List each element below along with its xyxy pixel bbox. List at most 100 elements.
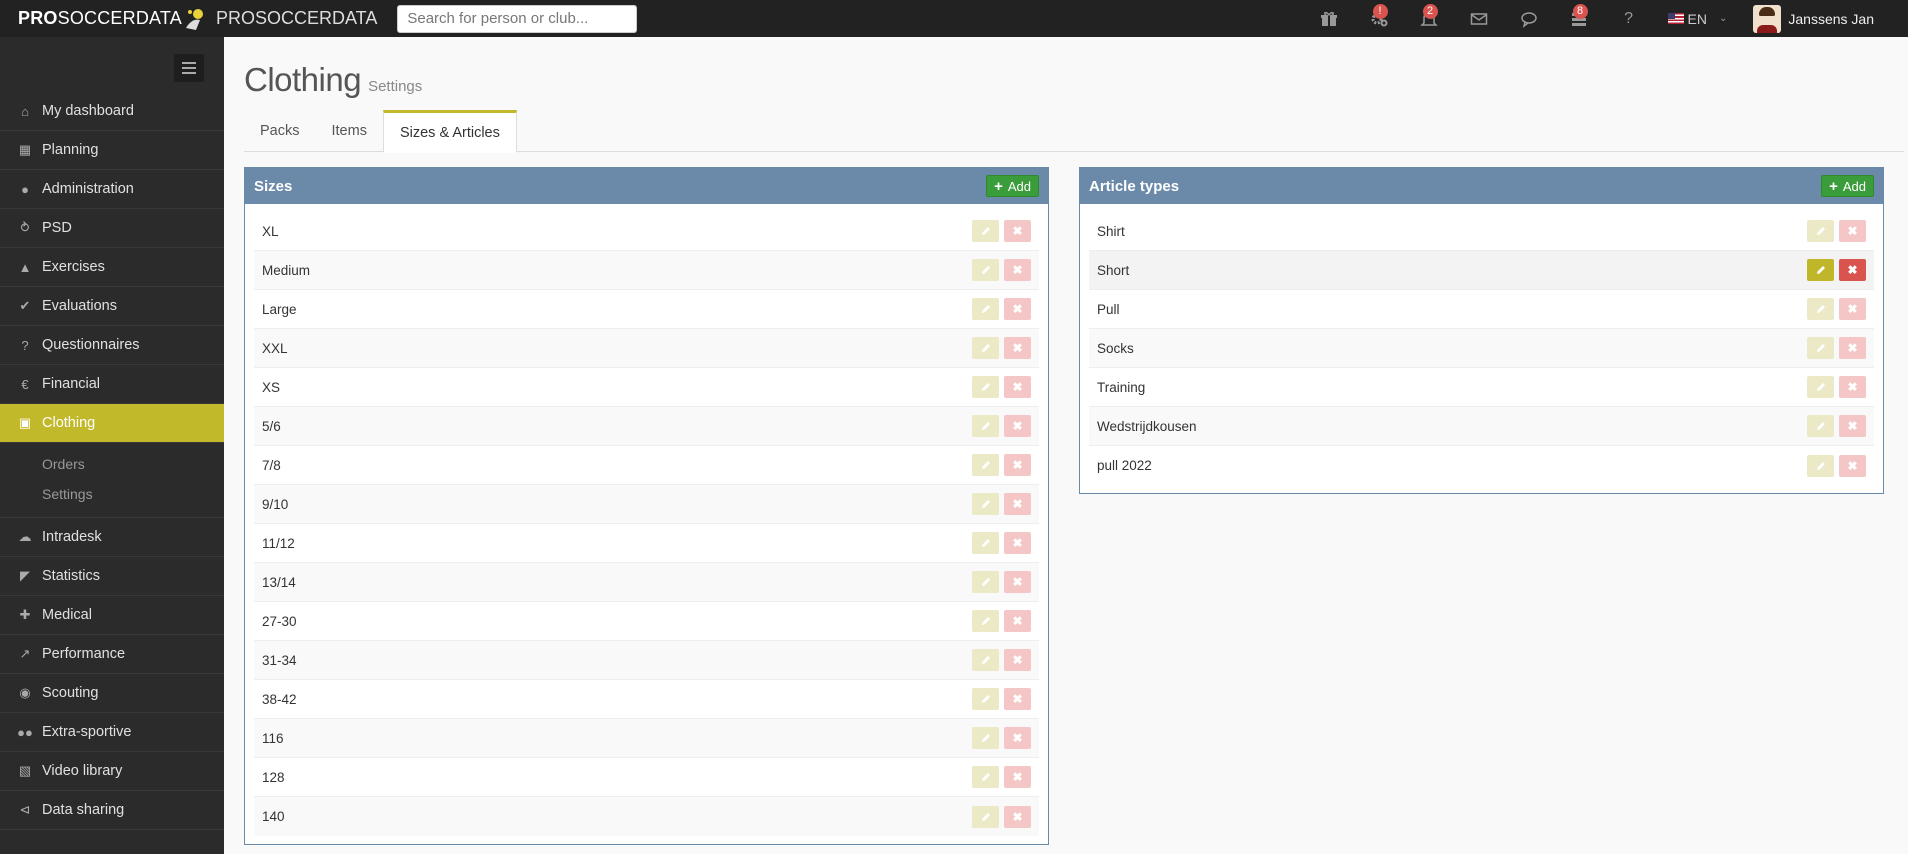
edit-button[interactable] bbox=[1807, 454, 1834, 477]
sidebar-item-video-library[interactable]: ▧ Video library bbox=[0, 752, 224, 791]
tab-packs[interactable]: Packs bbox=[244, 110, 316, 152]
edit-button[interactable] bbox=[1807, 220, 1834, 242]
sidebar-item-intradesk[interactable]: ☁ Intradesk bbox=[0, 518, 224, 557]
edit-button[interactable] bbox=[972, 805, 999, 828]
edit-button[interactable] bbox=[1807, 415, 1834, 437]
delete-button[interactable]: ✖ bbox=[1004, 493, 1031, 515]
delete-button[interactable]: ✖ bbox=[1004, 688, 1031, 710]
edit-button[interactable] bbox=[972, 454, 999, 476]
delete-button[interactable]: ✖ bbox=[1004, 649, 1031, 671]
language-selector[interactable]: EN ⌄ bbox=[1667, 11, 1727, 27]
edit-button[interactable] bbox=[1807, 259, 1834, 281]
edit-button[interactable] bbox=[972, 649, 999, 671]
close-icon: ✖ bbox=[1847, 302, 1858, 316]
settings-notifications-icon[interactable]: ! bbox=[1354, 0, 1404, 37]
area-chart-icon: ◤ bbox=[20, 568, 30, 583]
pencil-icon bbox=[1816, 422, 1825, 430]
pencil-icon bbox=[981, 461, 990, 469]
sidebar-item-data-sharing[interactable]: ⊲ Data sharing bbox=[0, 791, 224, 830]
search-input[interactable] bbox=[397, 4, 638, 33]
menu-toggle-icon[interactable] bbox=[174, 54, 204, 82]
club-selector[interactable]: PROSOCCERDATA bbox=[182, 6, 377, 32]
bell-icon[interactable]: 2 bbox=[1404, 0, 1454, 37]
add-size-button[interactable]: + Add bbox=[986, 175, 1039, 197]
row-actions: ✖ bbox=[972, 649, 1031, 671]
sidebar-item-dashboard[interactable]: ⌂ My dashboard bbox=[0, 92, 224, 131]
delete-button[interactable]: ✖ bbox=[1004, 532, 1031, 554]
delete-button[interactable]: ✖ bbox=[1839, 259, 1866, 281]
tasks-icon[interactable]: 8 bbox=[1554, 0, 1604, 37]
delete-button[interactable]: ✖ bbox=[1839, 337, 1866, 359]
delete-button[interactable]: ✖ bbox=[1004, 610, 1031, 632]
delete-button[interactable]: ✖ bbox=[1004, 571, 1031, 593]
gift-icon[interactable] bbox=[1304, 0, 1354, 37]
user-menu[interactable]: Janssens Jan bbox=[1753, 4, 1874, 33]
delete-button[interactable]: ✖ bbox=[1004, 376, 1031, 398]
delete-button[interactable]: ✖ bbox=[1004, 805, 1031, 828]
chat-icon[interactable] bbox=[1504, 0, 1554, 37]
sidebar-item-administration[interactable]: ● Administration bbox=[0, 170, 224, 209]
add-article-type-button[interactable]: + Add bbox=[1821, 175, 1874, 197]
page-subtitle: Settings bbox=[368, 78, 423, 95]
edit-button[interactable] bbox=[972, 688, 999, 710]
edit-button[interactable] bbox=[972, 610, 999, 632]
edit-button[interactable] bbox=[972, 415, 999, 437]
edit-button[interactable] bbox=[972, 766, 999, 788]
delete-button[interactable]: ✖ bbox=[1004, 766, 1031, 788]
close-icon: ✖ bbox=[1847, 380, 1858, 394]
tab-items[interactable]: Items bbox=[316, 110, 383, 152]
sidebar-item-exercises[interactable]: ▲ Exercises bbox=[0, 248, 224, 287]
pencil-icon bbox=[981, 422, 990, 430]
delete-button[interactable]: ✖ bbox=[1839, 415, 1866, 437]
delete-button[interactable]: ✖ bbox=[1004, 220, 1031, 242]
edit-button[interactable] bbox=[1807, 337, 1834, 359]
edit-button[interactable] bbox=[972, 493, 999, 515]
edit-button[interactable] bbox=[972, 220, 999, 242]
sidebar-item-clothing[interactable]: ▣ Clothing bbox=[0, 404, 224, 443]
edit-button[interactable] bbox=[972, 571, 999, 593]
edit-button[interactable] bbox=[972, 727, 999, 749]
sidebar-subitem-settings[interactable]: Settings bbox=[0, 479, 224, 509]
delete-button[interactable]: ✖ bbox=[1839, 454, 1866, 477]
delete-button[interactable]: ✖ bbox=[1004, 337, 1031, 359]
delete-button[interactable]: ✖ bbox=[1004, 454, 1031, 476]
tab-sizes-articles[interactable]: Sizes & Articles bbox=[382, 110, 517, 153]
sidebar-item-evaluations[interactable]: ✔ Evaluations bbox=[0, 287, 224, 326]
help-icon[interactable]: ? bbox=[1604, 0, 1654, 37]
delete-button[interactable]: ✖ bbox=[1839, 220, 1866, 242]
sidebar-item-questionnaires[interactable]: ? Questionnaires bbox=[0, 326, 224, 365]
sidebar-item-performance[interactable]: ↗ Performance bbox=[0, 635, 224, 674]
edit-button[interactable] bbox=[972, 376, 999, 398]
sidebar-item-extra-sportive[interactable]: ●● Extra-sportive bbox=[0, 713, 224, 752]
edit-button[interactable] bbox=[972, 298, 999, 320]
sidebar-item-psd[interactable]: ⥁ PSD bbox=[0, 209, 224, 248]
size-row: 13/14 ✖ bbox=[254, 563, 1039, 602]
delete-button[interactable]: ✖ bbox=[1004, 415, 1031, 437]
row-actions: ✖ bbox=[972, 493, 1031, 515]
edit-button[interactable] bbox=[1807, 298, 1834, 320]
sidebar-item-medical[interactable]: ✚ Medical bbox=[0, 596, 224, 635]
size-name: XL bbox=[262, 223, 279, 239]
delete-button[interactable]: ✖ bbox=[1839, 298, 1866, 320]
close-icon: ✖ bbox=[1012, 770, 1023, 784]
edit-button[interactable] bbox=[972, 532, 999, 554]
delete-button[interactable]: ✖ bbox=[1004, 259, 1031, 281]
sidebar-item-scouting[interactable]: ◉ Scouting bbox=[0, 674, 224, 713]
delete-button[interactable]: ✖ bbox=[1004, 298, 1031, 320]
edit-button[interactable] bbox=[972, 337, 999, 359]
cart-icon: ▣ bbox=[18, 415, 32, 430]
edit-button[interactable] bbox=[1807, 376, 1834, 398]
sidebar-item-planning[interactable]: ▦ Planning bbox=[0, 131, 224, 170]
pencil-icon bbox=[1816, 461, 1825, 470]
sizes-panel-title: Sizes bbox=[254, 177, 293, 195]
size-name: 116 bbox=[262, 730, 284, 746]
row-actions: ✖ bbox=[1807, 376, 1866, 398]
sidebar-subitem-orders[interactable]: Orders bbox=[0, 449, 224, 479]
delete-button[interactable]: ✖ bbox=[1004, 727, 1031, 749]
edit-button[interactable] bbox=[972, 259, 999, 281]
sidebar-item-financial[interactable]: € Financial bbox=[0, 365, 224, 404]
delete-button[interactable]: ✖ bbox=[1839, 376, 1866, 398]
envelope-icon[interactable] bbox=[1454, 0, 1504, 37]
sidebar-item-statistics[interactable]: ◤ Statistics bbox=[0, 557, 224, 596]
brand-logo[interactable]: PROSOCCERDATA bbox=[0, 8, 182, 29]
